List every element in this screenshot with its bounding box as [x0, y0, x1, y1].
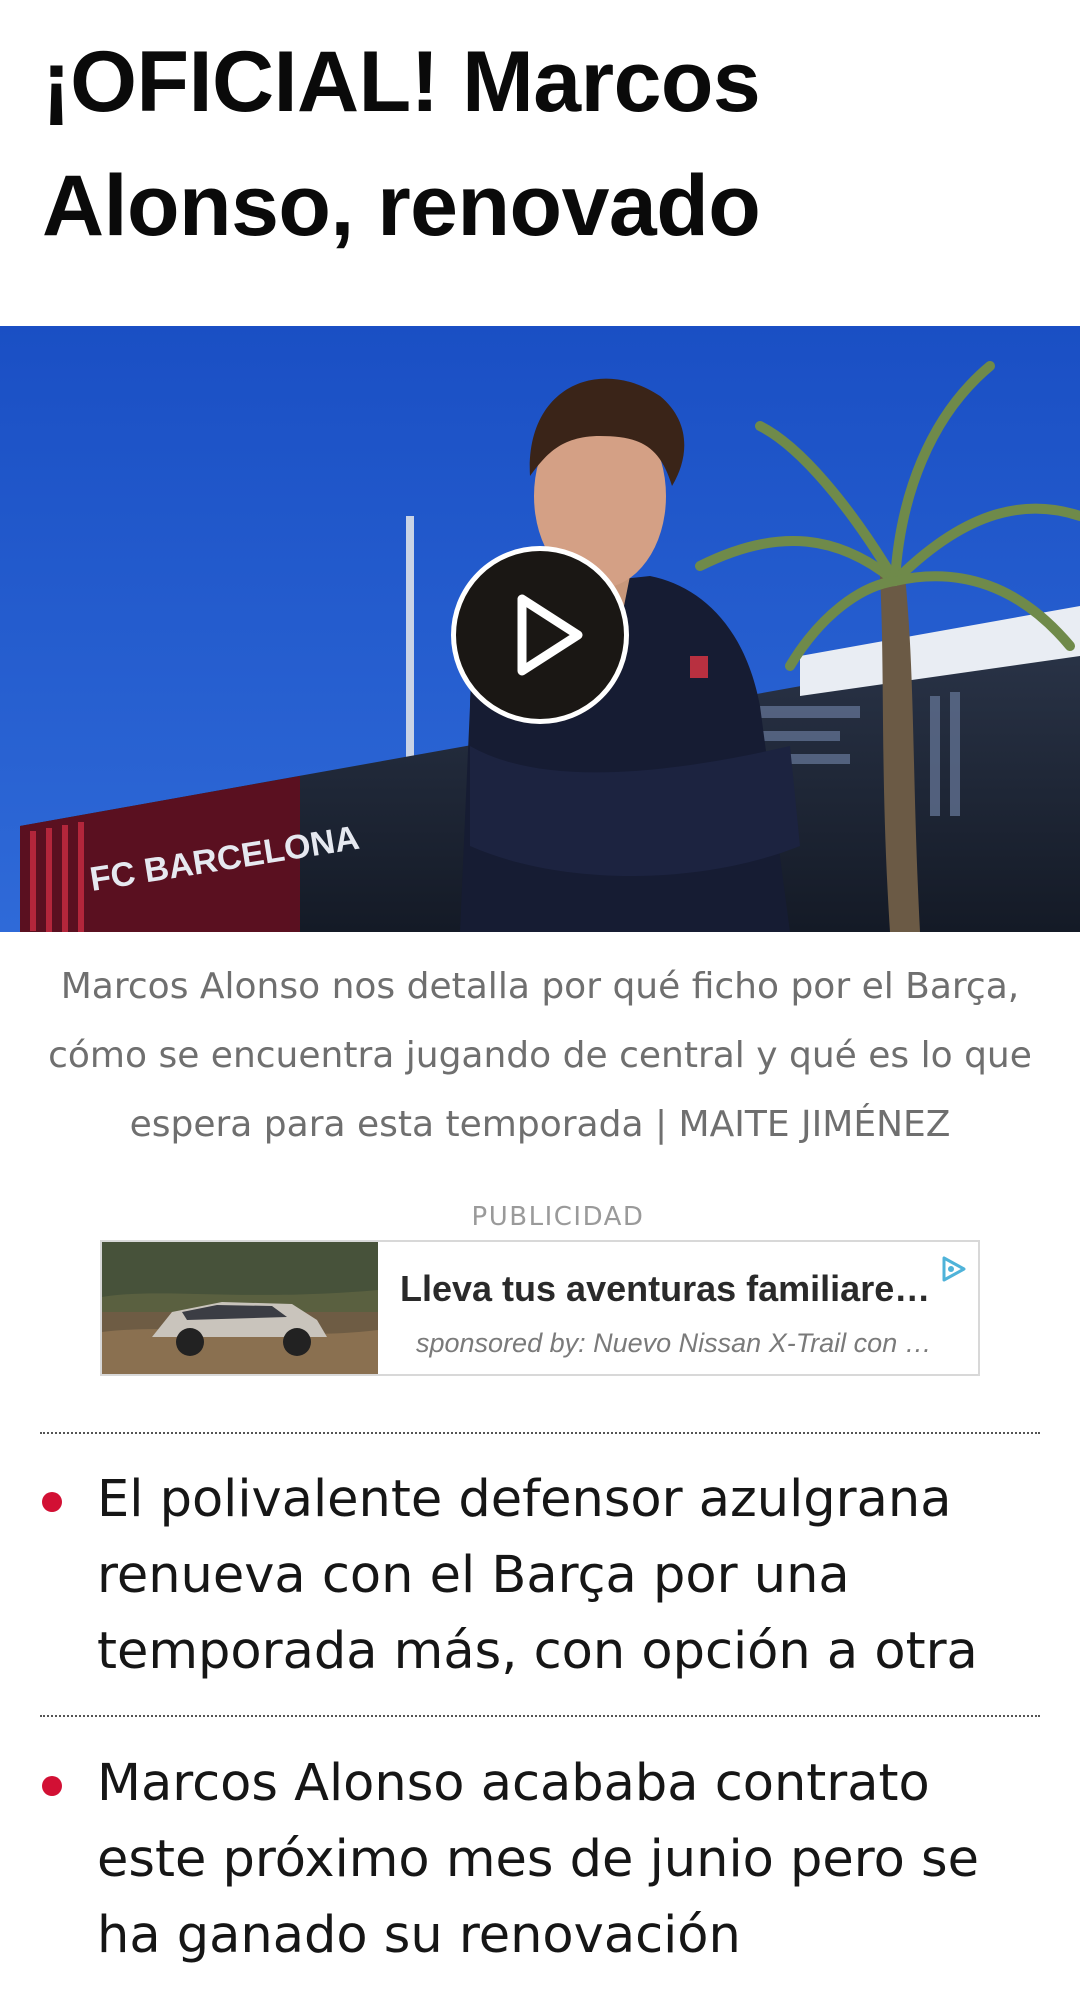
highlight-text: Marcos Alonso acababa contrato este próx…: [97, 1754, 979, 1965]
ad-car-image: [102, 1242, 378, 1374]
adchoices-icon[interactable]: [936, 1254, 972, 1284]
highlight-text: El polivalente defensor azulgrana renuev…: [97, 1470, 978, 1681]
ad-label: PUBLICIDAD: [471, 1202, 645, 1232]
sponsored-ad[interactable]: Lleva tus aventuras familiares a otro ni…: [100, 1240, 980, 1376]
bullet-dot-icon: [42, 1776, 62, 1796]
article-title: ¡OFICIAL! Marcos Alonso, renovado: [42, 34, 761, 254]
ad-title[interactable]: Lleva tus aventuras familiares a otro ni…: [400, 1268, 950, 1310]
image-caption: Marcos Alonso nos detalla por qué ficho …: [48, 966, 1032, 1145]
play-icon: [517, 594, 583, 676]
play-button[interactable]: [451, 546, 629, 724]
ad-sponsor: sponsored by: Nuevo Nissan X-Trail con t…: [416, 1328, 936, 1358]
hero-video[interactable]: FC BARCELONA: [0, 326, 1080, 932]
divider: [40, 1432, 1040, 1434]
bullet-dot-icon: [42, 1492, 62, 1512]
divider: [40, 1715, 1040, 1717]
